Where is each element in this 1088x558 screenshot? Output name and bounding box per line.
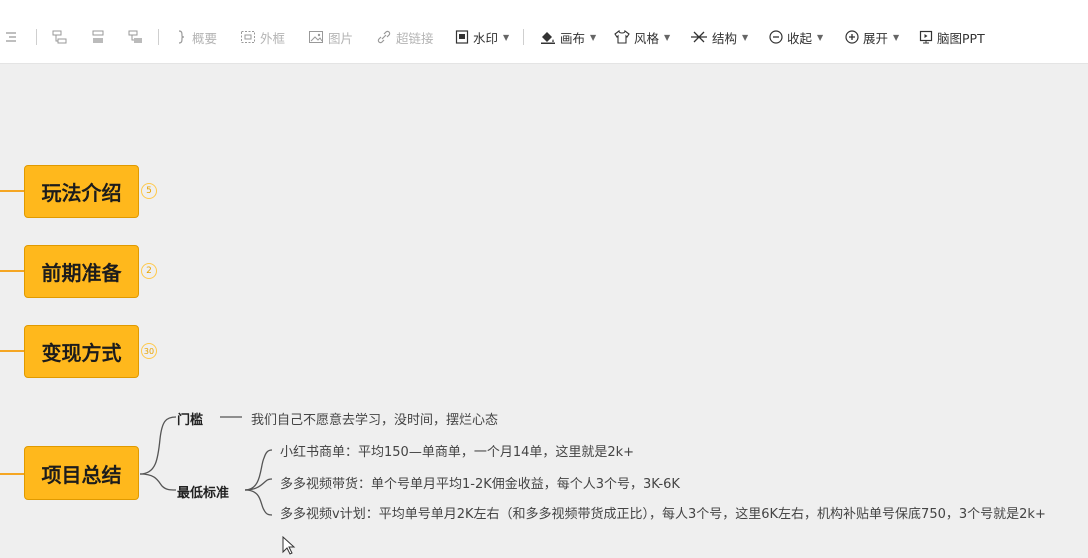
insert-parent-icon[interactable] xyxy=(128,27,148,47)
link-icon xyxy=(377,30,391,44)
toolbar-separator xyxy=(158,29,159,45)
mindmap-ppt-label: 脑图PPT xyxy=(937,30,985,46)
image-button[interactable]: 图片 xyxy=(308,27,353,47)
mindmap-ppt-button[interactable]: 脑图PPT xyxy=(919,27,985,47)
shirt-icon xyxy=(614,30,630,44)
paint-bucket-icon xyxy=(541,32,555,44)
structure-button[interactable]: 结构 ▼ xyxy=(690,27,748,47)
collapse-label: 收起 xyxy=(787,30,813,46)
topic-label: 变现方式 xyxy=(41,341,122,365)
topic-node[interactable]: 玩法介绍 xyxy=(24,165,139,218)
align-icon[interactable] xyxy=(4,27,22,47)
topic-node[interactable]: 变现方式 xyxy=(24,325,139,378)
boundary-label: 外框 xyxy=(260,30,286,46)
summary-label: 概要 xyxy=(192,30,218,46)
canvas-button[interactable]: 画布 ▼ xyxy=(540,27,596,47)
count-value: 2 xyxy=(146,266,152,276)
chevron-down-icon: ▼ xyxy=(742,32,749,42)
toolbar: 概要 外框 图片 超链接 水印 ▼ 画布 ▼ 风格 ▼ 结构 ▼ 收起 ▼ 展开 xyxy=(0,0,1088,64)
presentation-icon xyxy=(919,30,933,44)
mouse-cursor-icon xyxy=(282,536,296,555)
standard-item[interactable]: 多多视频v计划：平均单号单月2K左右（和多多视频带货成正比），每人3个号，这里6… xyxy=(280,503,1046,522)
hyperlink-button[interactable]: 超链接 xyxy=(376,27,434,47)
mindmap-canvas[interactable]: 玩法介绍 5 前期准备 2 变现方式 30 项目总结 门槛 我们自己不愿意去学习… xyxy=(0,64,1088,558)
expand-label: 展开 xyxy=(863,30,889,46)
topic-node[interactable]: 前期准备 xyxy=(24,245,139,298)
threshold-detail[interactable]: 我们自己不愿意去学习，没时间，摆烂心态 xyxy=(251,409,498,428)
image-label: 图片 xyxy=(328,30,354,46)
brace-icon xyxy=(178,30,185,44)
canvas-label: 画布 xyxy=(560,30,586,46)
toolbar-separator xyxy=(36,29,37,45)
watermark-label: 水印 xyxy=(473,30,499,46)
image-icon xyxy=(309,31,323,43)
hyperlink-label: 超链接 xyxy=(396,30,434,46)
toolbar-separator xyxy=(523,29,524,45)
insert-sibling-icon[interactable] xyxy=(90,27,110,47)
style-label: 风格 xyxy=(634,30,660,46)
chevron-down-icon: ▼ xyxy=(503,32,510,42)
structure-label: 结构 xyxy=(712,30,738,46)
summary-button[interactable]: 概要 xyxy=(176,27,217,47)
collapse-icon xyxy=(769,30,783,44)
topic-node[interactable]: 项目总结 xyxy=(24,446,139,500)
boundary-icon xyxy=(241,31,255,43)
watermark-icon xyxy=(455,30,469,44)
topic-label: 前期准备 xyxy=(41,261,122,285)
expand-button[interactable]: 展开 ▼ xyxy=(845,27,899,47)
collapsed-count-badge[interactable]: 5 xyxy=(141,183,157,199)
expand-icon xyxy=(845,30,859,44)
count-value: 30 xyxy=(143,346,155,356)
standard-item[interactable]: 多多视频带货：单个号单月平均1-2K佣金收益，每个人3个号，3K-6K xyxy=(280,473,680,492)
topic-label: 玩法介绍 xyxy=(41,181,122,205)
style-button[interactable]: 风格 ▼ xyxy=(614,27,670,47)
standard-topic[interactable]: 最低标准 xyxy=(177,482,229,501)
collapsed-count-badge[interactable]: 30 xyxy=(141,343,157,359)
boundary-button[interactable]: 外框 xyxy=(240,27,285,47)
count-value: 5 xyxy=(146,186,152,196)
insert-subtopic-icon[interactable] xyxy=(52,27,72,47)
chevron-down-icon: ▼ xyxy=(817,32,824,42)
chevron-down-icon: ▼ xyxy=(590,32,597,42)
collapsed-count-badge[interactable]: 2 xyxy=(141,263,157,279)
chevron-down-icon: ▼ xyxy=(893,32,900,42)
threshold-topic[interactable]: 门槛 xyxy=(177,409,203,428)
collapse-button[interactable]: 收起 ▼ xyxy=(769,27,823,47)
topic-label: 项目总结 xyxy=(41,462,122,487)
chevron-down-icon: ▼ xyxy=(664,32,671,42)
watermark-button[interactable]: 水印 ▼ xyxy=(455,27,509,47)
standard-item[interactable]: 小红书商单：平均150—单商单，一个月14单，这里就是2k+ xyxy=(280,441,634,460)
structure-icon xyxy=(691,31,707,43)
